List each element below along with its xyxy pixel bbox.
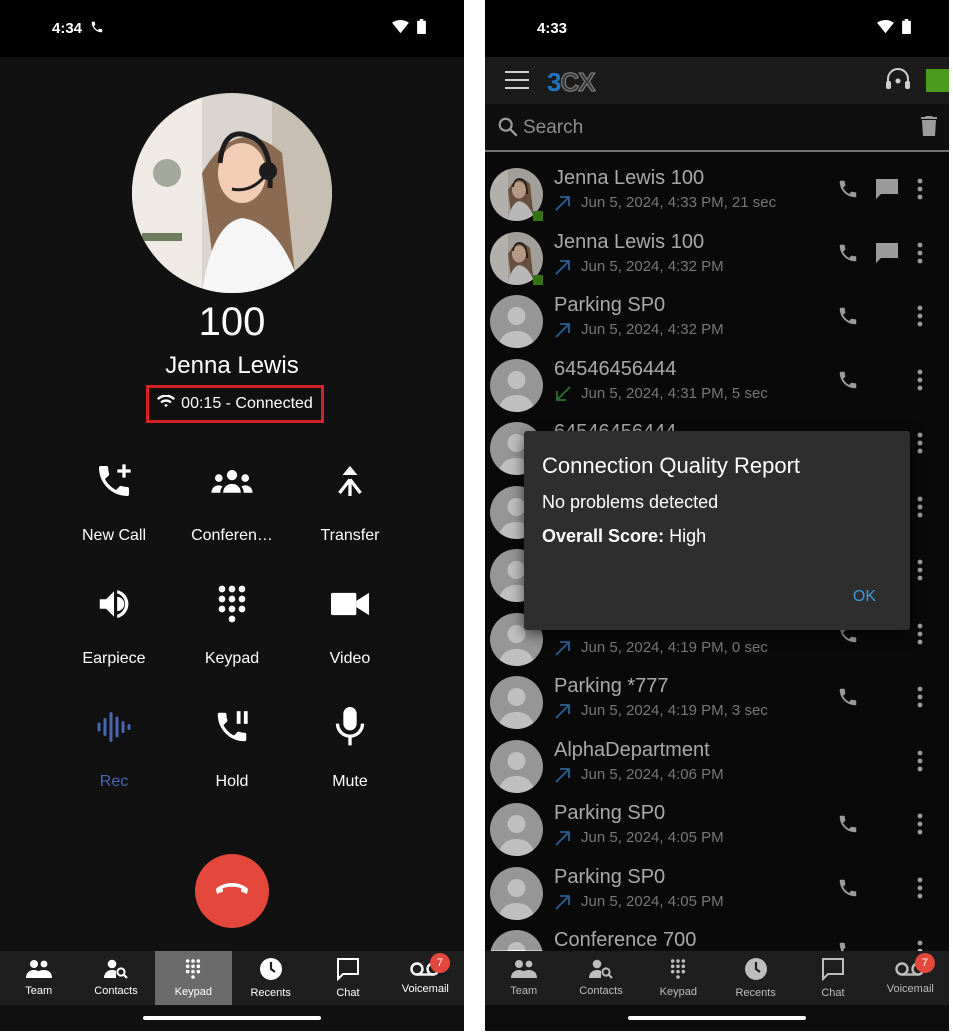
team-icon <box>25 959 52 982</box>
dialpad-icon <box>670 958 686 983</box>
headset-status-icon[interactable] <box>885 68 911 97</box>
wifi-icon <box>392 19 409 39</box>
nav-contacts[interactable]: Contacts <box>562 951 639 1005</box>
nav-label: Contacts <box>94 985 138 997</box>
dialog-score: Overall Score: High <box>542 526 706 547</box>
app-bar: 3CX <box>485 57 949 104</box>
contacts-search-icon <box>103 959 128 982</box>
nav-voicemail[interactable]: 7 Voicemail <box>387 951 464 1005</box>
status-time: 4:34 <box>52 20 83 37</box>
action-label: Transfer <box>320 527 380 544</box>
score-value: High <box>669 526 707 546</box>
logo-part-1: 3 <box>547 67 562 97</box>
clock-icon <box>744 957 768 984</box>
nav-label: Recents <box>250 987 291 999</box>
callee-name: Jenna Lewis <box>165 352 299 379</box>
nav-label: Team <box>25 985 53 997</box>
clock-icon <box>259 957 283 984</box>
dialog-title: Connection Quality Report <box>542 453 801 478</box>
call-status[interactable]: 00:15 - Connected <box>146 385 324 423</box>
call-status-text: 00:15 - Connected <box>181 395 313 412</box>
end-call-icon <box>215 881 249 902</box>
nav-team[interactable]: Team <box>485 951 562 1005</box>
nav-team[interactable]: Team <box>0 951 77 1005</box>
callee-number: 100 <box>198 300 266 344</box>
recents-screen: 4:33 3CX Search Jenna Lewis 100 Jun 5, 20… <box>485 0 949 1031</box>
nav-recents[interactable]: Recents <box>232 951 309 1005</box>
nav-label: Voicemail <box>886 983 934 995</box>
nav-label: Voicemail <box>401 983 449 995</box>
nav-contacts[interactable]: Contacts <box>77 951 154 1005</box>
status-bar: 4:34 <box>0 0 464 57</box>
nav-label: Keypad <box>659 986 697 998</box>
contacts-search-icon <box>588 959 613 982</box>
dialog-message: No problems detected <box>542 492 719 512</box>
nav-label: Keypad <box>174 986 212 998</box>
hamburger-menu-icon[interactable] <box>505 70 529 95</box>
bottom-nav: Team Contacts Keypad Recents Chat 7 Voic… <box>485 951 949 1005</box>
home-indicator[interactable] <box>628 1016 806 1020</box>
action-label: Mute <box>332 773 368 790</box>
nav-chat[interactable]: Chat <box>309 951 386 1005</box>
in-call-screen: 4:34 100 Jenna Lewis 00:15 - Connected N… <box>0 0 464 1031</box>
status-bar: 4:33 <box>485 0 949 57</box>
nav-recents[interactable]: Recents <box>717 951 794 1005</box>
nav-voicemail[interactable]: 7 Voicemail <box>872 951 949 1005</box>
ongoing-call-icon <box>90 20 104 39</box>
nav-chat[interactable]: Chat <box>794 951 871 1005</box>
nav-keypad[interactable]: Keypad <box>154 951 232 1005</box>
nav-label: Contacts <box>579 985 623 997</box>
bottom-nav: Team Contacts Keypad Recents Chat 7 Voic… <box>0 951 464 1005</box>
nav-keypad[interactable]: Keypad <box>640 951 717 1005</box>
voicemail-badge: 7 <box>914 953 935 973</box>
voicemail-badge: 7 <box>429 953 450 973</box>
hangup-button[interactable] <box>195 854 269 928</box>
battery-icon <box>417 19 426 39</box>
nav-label: Chat <box>336 987 360 999</box>
team-icon <box>510 959 537 982</box>
presence-status-button[interactable] <box>926 69 949 92</box>
callee-avatar <box>132 93 332 293</box>
mute-button[interactable]: Mute <box>280 701 420 791</box>
video-button[interactable]: Video <box>280 578 420 668</box>
signal-quality-icon <box>157 394 176 414</box>
nav-label: Recents <box>735 987 776 999</box>
score-label: Overall Score: <box>542 526 665 546</box>
chat-icon <box>821 957 845 984</box>
app-logo: 3CX <box>547 67 596 98</box>
logo-part-2: CX <box>560 67 596 98</box>
home-indicator[interactable] <box>143 1016 321 1020</box>
transfer-icon <box>280 455 420 507</box>
chat-icon <box>336 957 360 984</box>
status-time: 4:33 <box>537 20 568 37</box>
dialpad-icon <box>185 958 201 983</box>
action-label: Video <box>329 650 371 667</box>
battery-icon <box>902 19 911 39</box>
transfer-button[interactable]: Transfer <box>280 455 420 545</box>
video-icon <box>280 578 420 630</box>
connection-quality-dialog: Connection Quality Report No problems de… <box>524 431 910 630</box>
nav-label: Team <box>510 985 538 997</box>
nav-label: Chat <box>821 987 845 999</box>
microphone-icon <box>280 701 420 753</box>
ok-button[interactable]: OK <box>853 588 876 606</box>
wifi-icon <box>877 19 894 39</box>
